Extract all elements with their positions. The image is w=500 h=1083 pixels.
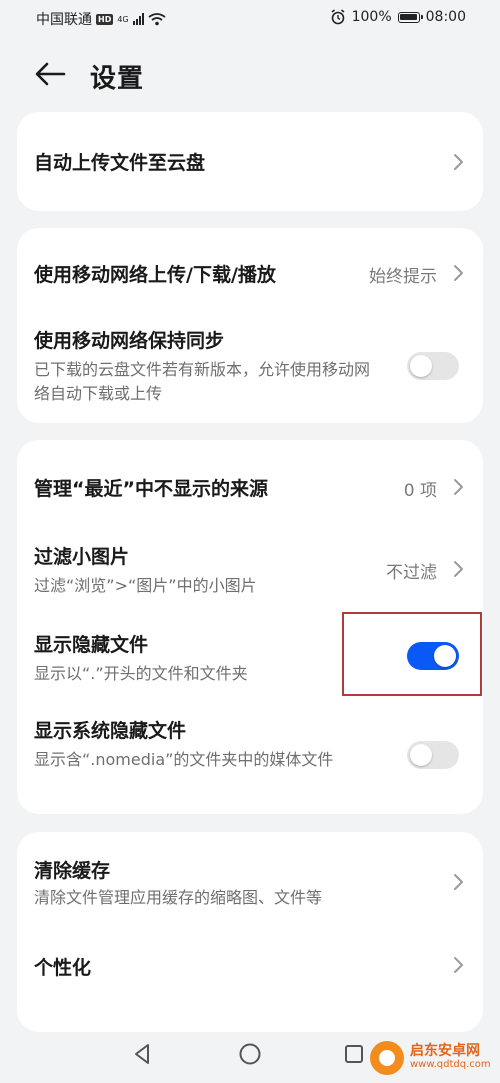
- settings-card-other: 清除缓存 清除文件管理应用缓存的缩略图、文件等 个性化: [17, 832, 483, 1032]
- battery-percent: 100%: [351, 9, 392, 25]
- setting-value: 不过滤: [386, 563, 437, 583]
- watermark-url: www.qdtdq.com: [410, 1058, 491, 1070]
- clock: 08:00: [425, 9, 466, 25]
- chevron-right-icon: [454, 561, 463, 577]
- chevron-right-icon: [454, 154, 463, 170]
- page-title: 设置: [90, 64, 145, 94]
- nav-home-icon[interactable]: [238, 1042, 262, 1066]
- setting-personalize[interactable]: 个性化: [17, 927, 483, 1007]
- network-type: 4G: [117, 14, 129, 24]
- setting-clear-cache[interactable]: 清除缓存 清除文件管理应用缓存的缩略图、文件等: [17, 832, 483, 927]
- setting-subtitle: 清除文件管理应用缓存的缩略图、文件等: [34, 888, 323, 907]
- nav-recent-icon[interactable]: [344, 1044, 364, 1064]
- setting-title: 过滤小图片: [34, 546, 130, 568]
- setting-value: 0 项: [403, 481, 437, 501]
- setting-mobile-sync: 使用移动网络保持同步 已下载的云盘文件若有新版本，允许使用移动网络自动下载或上传: [17, 318, 483, 423]
- settings-card-network: 使用移动网络上传/下载/播放 始终提示 使用移动网络保持同步 已下载的云盘文件若…: [17, 228, 483, 423]
- setting-title: 使用移动网络上传/下载/播放: [34, 264, 276, 286]
- status-bar: 中国联通 HD 4G 100% 08:00: [0, 0, 500, 36]
- highlight-box: [342, 612, 482, 696]
- setting-subtitle: 显示含“.nomedia”的文件夹中的媒体文件: [34, 750, 334, 769]
- watermark: 启东安卓网 www.qdtdq.com: [370, 1032, 500, 1083]
- back-arrow-icon[interactable]: [30, 58, 70, 90]
- setting-value: 始终提示: [369, 267, 437, 287]
- carrier-label: 中国联通: [36, 12, 92, 28]
- setting-title: 清除缓存: [34, 860, 111, 882]
- toggle-knob: [410, 744, 432, 766]
- hd-badge: HD: [96, 13, 114, 25]
- wifi-icon: [148, 13, 166, 26]
- toggle-knob: [410, 355, 432, 377]
- chevron-right-icon: [454, 874, 463, 890]
- setting-auto-upload[interactable]: 自动上传文件至云盘: [17, 112, 483, 211]
- setting-subtitle: 过滤“浏览”>“图片”中的小图片: [34, 576, 257, 595]
- signal-icon: [132, 13, 144, 25]
- setting-subtitle: 已下载的云盘文件若有新版本，允许使用移动网络自动下载或上传: [34, 360, 371, 403]
- watermark-logo-icon: [370, 1040, 404, 1075]
- show-system-hidden-toggle[interactable]: [407, 741, 459, 769]
- setting-title: 管理“最近”中不显示的来源: [34, 478, 268, 500]
- setting-title: 使用移动网络保持同步: [34, 330, 225, 352]
- setting-title: 显示隐藏文件: [34, 634, 149, 656]
- setting-title: 显示系统隐藏文件: [34, 720, 187, 742]
- setting-recent-sources[interactable]: 管理“最近”中不显示的来源 0 项: [17, 440, 483, 528]
- app-header: 设置: [0, 50, 500, 98]
- alarm-icon: [331, 9, 345, 25]
- setting-title: 自动上传文件至云盘: [34, 152, 206, 174]
- setting-mobile-network[interactable]: 使用移动网络上传/下载/播放 始终提示: [17, 228, 483, 318]
- setting-title: 个性化: [34, 957, 92, 979]
- setting-show-system-hidden: 显示系统隐藏文件 显示含“.nomedia”的文件夹中的媒体文件: [17, 700, 483, 814]
- chevron-right-icon: [454, 957, 463, 973]
- settings-card-upload: 自动上传文件至云盘: [17, 112, 483, 211]
- chevron-right-icon: [454, 479, 463, 495]
- mobile-sync-toggle[interactable]: [407, 352, 459, 380]
- battery-icon: [397, 11, 423, 23]
- setting-subtitle: 显示以“.”开头的文件和文件夹: [34, 664, 248, 683]
- chevron-right-icon: [454, 265, 463, 281]
- nav-back-icon[interactable]: [130, 1042, 154, 1066]
- watermark-name: 启东安卓网: [410, 1042, 480, 1059]
- setting-filter-images[interactable]: 过滤小图片 过滤“浏览”>“图片”中的小图片 不过滤: [17, 528, 483, 612]
